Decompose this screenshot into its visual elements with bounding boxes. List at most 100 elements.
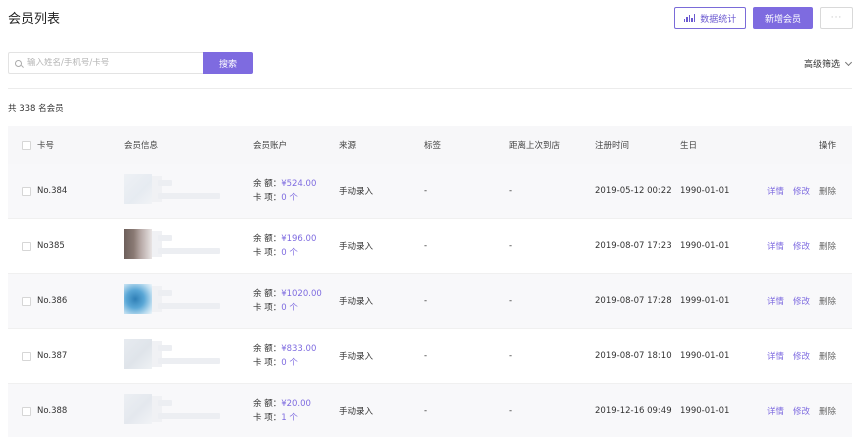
balance-label: 余 额： [253, 179, 282, 189]
row-checkbox[interactable] [22, 296, 31, 306]
card-items-value: 0 个 [281, 193, 298, 203]
member-table: 卡号 会员信息 会员账户 来源 标签 距离上次到店 注册时间 生日 操作 No.… [8, 126, 852, 437]
source: 手动录入 [339, 297, 374, 307]
column-header: 距离上次到店 [509, 141, 561, 151]
last-visit: - [509, 406, 513, 416]
column-header: 生日 [680, 141, 698, 151]
column-header: 会员信息 [124, 141, 159, 151]
divider [8, 88, 852, 89]
registered-time: 2019-12-16 09:49 [595, 406, 672, 416]
edit-link[interactable]: 修改 [793, 240, 810, 252]
birthday: 1990-01-01 [680, 351, 730, 361]
avatar [124, 284, 152, 314]
member-info-blurred [124, 394, 234, 428]
row-actions: 详情 修改 删除 [767, 274, 836, 328]
member-account: 余 额：¥196.00 卡 项：0 个 [253, 219, 316, 273]
member-info-blurred [124, 339, 234, 373]
detail-link[interactable]: 详情 [767, 240, 784, 252]
last-visit: - [509, 296, 513, 306]
avatar [124, 174, 152, 204]
search-icon [15, 59, 22, 67]
tag: - [424, 186, 428, 196]
birthday: 1990-01-01 [680, 406, 730, 416]
detail-link[interactable]: 详情 [767, 405, 784, 417]
last-visit: - [509, 241, 513, 251]
card-number: No.388 [37, 406, 68, 416]
select-all-checkbox[interactable] [22, 140, 31, 150]
source: 手动录入 [339, 407, 374, 417]
member-info-blurred [124, 229, 234, 263]
table-row: No.388 余 额：¥20.00 卡 项：1 个 手动录入 - - 2019-… [8, 384, 852, 437]
row-actions: 详情 修改 删除 [767, 329, 836, 383]
card-items-value: 0 个 [281, 248, 298, 258]
row-checkbox[interactable] [22, 186, 31, 196]
registered-time: 2019-08-07 17:28 [595, 296, 672, 306]
registered-time: 2019-05-12 00:22 [595, 186, 672, 196]
edit-link[interactable]: 修改 [793, 295, 810, 307]
data-stats-label: 数据统计 [700, 14, 737, 25]
member-info-blurred [124, 174, 234, 208]
table-row: No.386 余 额：¥1020.00 卡 项：0 个 手动录入 - - 201… [8, 274, 852, 329]
member-account: 余 额：¥524.00 卡 项：0 个 [253, 164, 316, 218]
add-member-button[interactable]: 新增会员 [753, 7, 813, 29]
birthday: 1999-01-01 [680, 296, 730, 306]
balance-label: 余 额： [253, 399, 282, 409]
column-header: 注册时间 [595, 141, 630, 151]
edit-link[interactable]: 修改 [793, 350, 810, 362]
source: 手动录入 [339, 352, 374, 362]
tag: - [424, 406, 428, 416]
member-account: 余 额：¥1020.00 卡 项：0 个 [253, 274, 322, 328]
member-info-blurred [124, 284, 234, 318]
page-title: 会员列表 [8, 12, 61, 27]
birthday: 1990-01-01 [680, 241, 730, 251]
card-items-value: 0 个 [281, 358, 298, 368]
card-number: No.384 [37, 186, 68, 196]
search-input[interactable] [27, 58, 197, 68]
member-account: 余 额：¥20.00 卡 项：1 个 [253, 384, 311, 437]
delete-link[interactable]: 删除 [819, 185, 836, 197]
card-items-value: 1 个 [281, 413, 298, 423]
tag: - [424, 351, 428, 361]
balance-label: 余 额： [253, 234, 282, 244]
detail-link[interactable]: 详情 [767, 350, 784, 362]
card-items-label: 卡 项： [253, 303, 282, 313]
column-header: 操作 [819, 141, 837, 151]
row-actions: 详情 修改 删除 [767, 219, 836, 273]
search-button[interactable]: 搜索 [203, 52, 253, 74]
table-header: 卡号 会员信息 会员账户 来源 标签 距离上次到店 注册时间 生日 操作 [8, 126, 852, 164]
edit-link[interactable]: 修改 [793, 405, 810, 417]
avatar [124, 339, 152, 369]
delete-link[interactable]: 删除 [819, 295, 836, 307]
balance-label: 余 额： [253, 289, 282, 299]
row-checkbox[interactable] [22, 351, 31, 361]
edit-link[interactable]: 修改 [793, 185, 810, 197]
delete-link[interactable]: 删除 [819, 405, 836, 417]
balance-value: ¥196.00 [281, 234, 317, 244]
delete-link[interactable]: 删除 [819, 240, 836, 252]
balance-value: ¥833.00 [281, 344, 317, 354]
column-header: 来源 [339, 141, 357, 151]
row-checkbox[interactable] [22, 241, 31, 251]
row-actions: 详情 修改 删除 [767, 164, 836, 218]
source: 手动录入 [339, 242, 374, 252]
tag: - [424, 296, 428, 306]
detail-link[interactable]: 详情 [767, 295, 784, 307]
table-row: No.384 余 额：¥524.00 卡 项：0 个 手动录入 - - 2019… [8, 164, 852, 219]
row-checkbox[interactable] [22, 406, 31, 416]
card-items-label: 卡 项： [253, 413, 282, 423]
bar-chart-icon [683, 14, 696, 22]
data-stats-button[interactable]: 数据统计 [674, 7, 746, 29]
search-box [8, 52, 204, 74]
balance-label: 余 额： [253, 344, 282, 354]
balance-value: ¥1020.00 [281, 289, 322, 299]
advanced-filter-toggle[interactable]: 高级筛选 [804, 57, 853, 70]
more-button[interactable]: ··· [820, 7, 853, 29]
tag: - [424, 241, 428, 251]
column-header: 卡号 [37, 141, 55, 151]
avatar [124, 229, 152, 259]
detail-link[interactable]: 详情 [767, 185, 784, 197]
advanced-filter-label: 高级筛选 [804, 60, 841, 70]
balance-value: ¥20.00 [281, 399, 311, 409]
delete-link[interactable]: 删除 [819, 350, 836, 362]
member-account: 余 额：¥833.00 卡 项：0 个 [253, 329, 316, 383]
